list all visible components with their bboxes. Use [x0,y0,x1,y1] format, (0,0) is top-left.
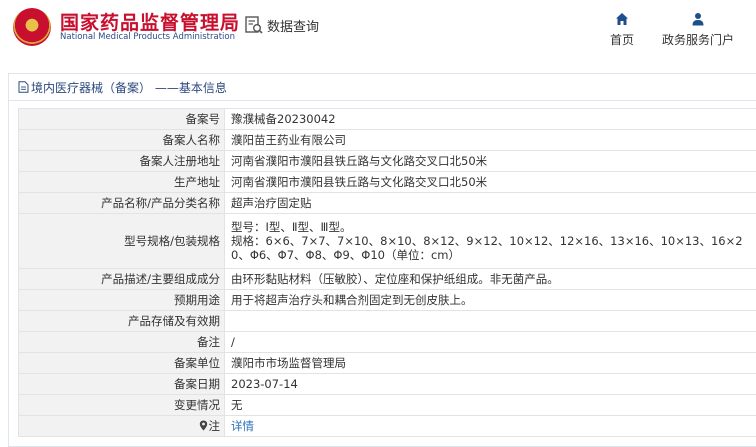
data-query-link[interactable]: 数据查询 [244,15,319,35]
field-label: 产品描述/主要组成成分 [18,268,225,290]
site-name-en: National Medical Products Administration [60,32,235,42]
field-value: 河南省濮阳市濮阳县铁丘路与文化路交叉口北50米 [224,171,756,193]
table-row: 备注 / [18,331,756,353]
field-label: 备案人名称 [18,129,225,151]
table-row: 备案人注册地址 河南省濮阳市濮阳县铁丘路与文化路交叉口北50米 [18,150,756,172]
table-row: 产品名称/产品分类名称 超声治疗固定贴 [18,192,756,214]
table-row: 备案日期 2023-07-14 [18,373,756,395]
panel-title: 境内医疗器械（备案） ——基本信息 [9,74,756,101]
user-icon [692,13,704,26]
field-value: 濮阳市市场监督管理局 [224,352,756,374]
table-row: 生产地址 河南省濮阳市濮阳县铁丘路与文化路交叉口北50米 [18,171,756,193]
detail-panel: 境内医疗器械（备案） ——基本信息 备案号 豫濮械备20230042 备案人名称… [8,73,756,447]
table-row: 产品描述/主要组成成分 由环形黏贴材料（压敏胶）、定位座和保护纸组成。非无菌产品… [18,268,756,290]
field-value: 2023-07-14 [224,373,756,395]
field-label: 备案单位 [18,352,225,374]
field-value: 由环形黏贴材料（压敏胶）、定位座和保护纸组成。非无菌产品。 [224,268,756,290]
field-label: 型号规格/包装规格 [18,213,225,269]
field-label: 备案人注册地址 [18,150,225,172]
field-value: 濮阳苗王药业有限公司 [224,129,756,151]
field-value: 用于将超声治疗头和耦合剂固定到无创皮肤上。 [224,289,756,311]
field-value: 无 [224,394,756,416]
field-value [224,310,756,332]
field-label: 产品存储及有效期 [18,310,225,332]
field-label: 备注 [18,331,225,353]
table-row: 备案单位 濮阳市市场监督管理局 [18,352,756,374]
site-header: 国家药品监督管理局 National Medical Products Admi… [0,0,756,62]
note-label-cell: 注 [18,415,225,437]
document-icon [18,81,29,93]
field-label: 生产地址 [18,171,225,193]
field-value: 详情 [224,415,756,437]
location-pin-icon [199,420,207,431]
table-row: 预期用途 用于将超声治疗头和耦合剂固定到无创皮肤上。 [18,289,756,311]
table-row: 产品存储及有效期 [18,310,756,332]
record-detail-table: 备案号 豫濮械备20230042 备案人名称 濮阳苗王药业有限公司 备案人注册地… [18,108,756,437]
field-label: 预期用途 [18,289,225,311]
table-row: 备案号 豫濮械备20230042 [18,108,756,130]
field-label: 产品名称/产品分类名称 [18,192,225,214]
data-query-label: 数据查询 [267,19,320,35]
site-name-cn[interactable]: 国家药品监督管理局 [60,8,240,35]
table-row: 备案人名称 濮阳苗王药业有限公司 [18,129,756,151]
details-link[interactable]: 详情 [231,419,254,433]
data-search-icon [245,16,263,34]
table-row: 注 详情 [18,415,756,437]
field-label: 变更情况 [18,394,225,416]
field-value: 河南省濮阳市濮阳县铁丘路与文化路交叉口北50米 [224,150,756,172]
field-value: 超声治疗固定贴 [224,192,756,214]
nav-service-portal-link[interactable]: 政务服务门户 [656,12,740,48]
field-value: / [224,331,756,353]
nav-home-label: 首页 [609,33,634,47]
table-row: 型号规格/包装规格 型号：Ⅰ型、Ⅱ型、Ⅲ型。 规格：6×6、7×7、7×10、8… [18,213,756,269]
home-icon [616,13,628,25]
field-value: 型号：Ⅰ型、Ⅱ型、Ⅲ型。 规格：6×6、7×7、7×10、8×10、8×12、9… [224,213,756,269]
field-label: 备案日期 [18,373,225,395]
national-emblem-logo[interactable] [13,8,51,46]
table-row: 变更情况 无 [18,394,756,416]
panel-title-text: 境内医疗器械（备案） ——基本信息 [31,80,227,95]
field-value: 豫濮械备20230042 [224,108,756,130]
nav-service-portal-label: 政务服务门户 [661,33,734,47]
field-label: 备案号 [18,108,225,130]
nav-home-link[interactable]: 首页 [604,12,640,48]
field-label: 注 [208,419,221,433]
